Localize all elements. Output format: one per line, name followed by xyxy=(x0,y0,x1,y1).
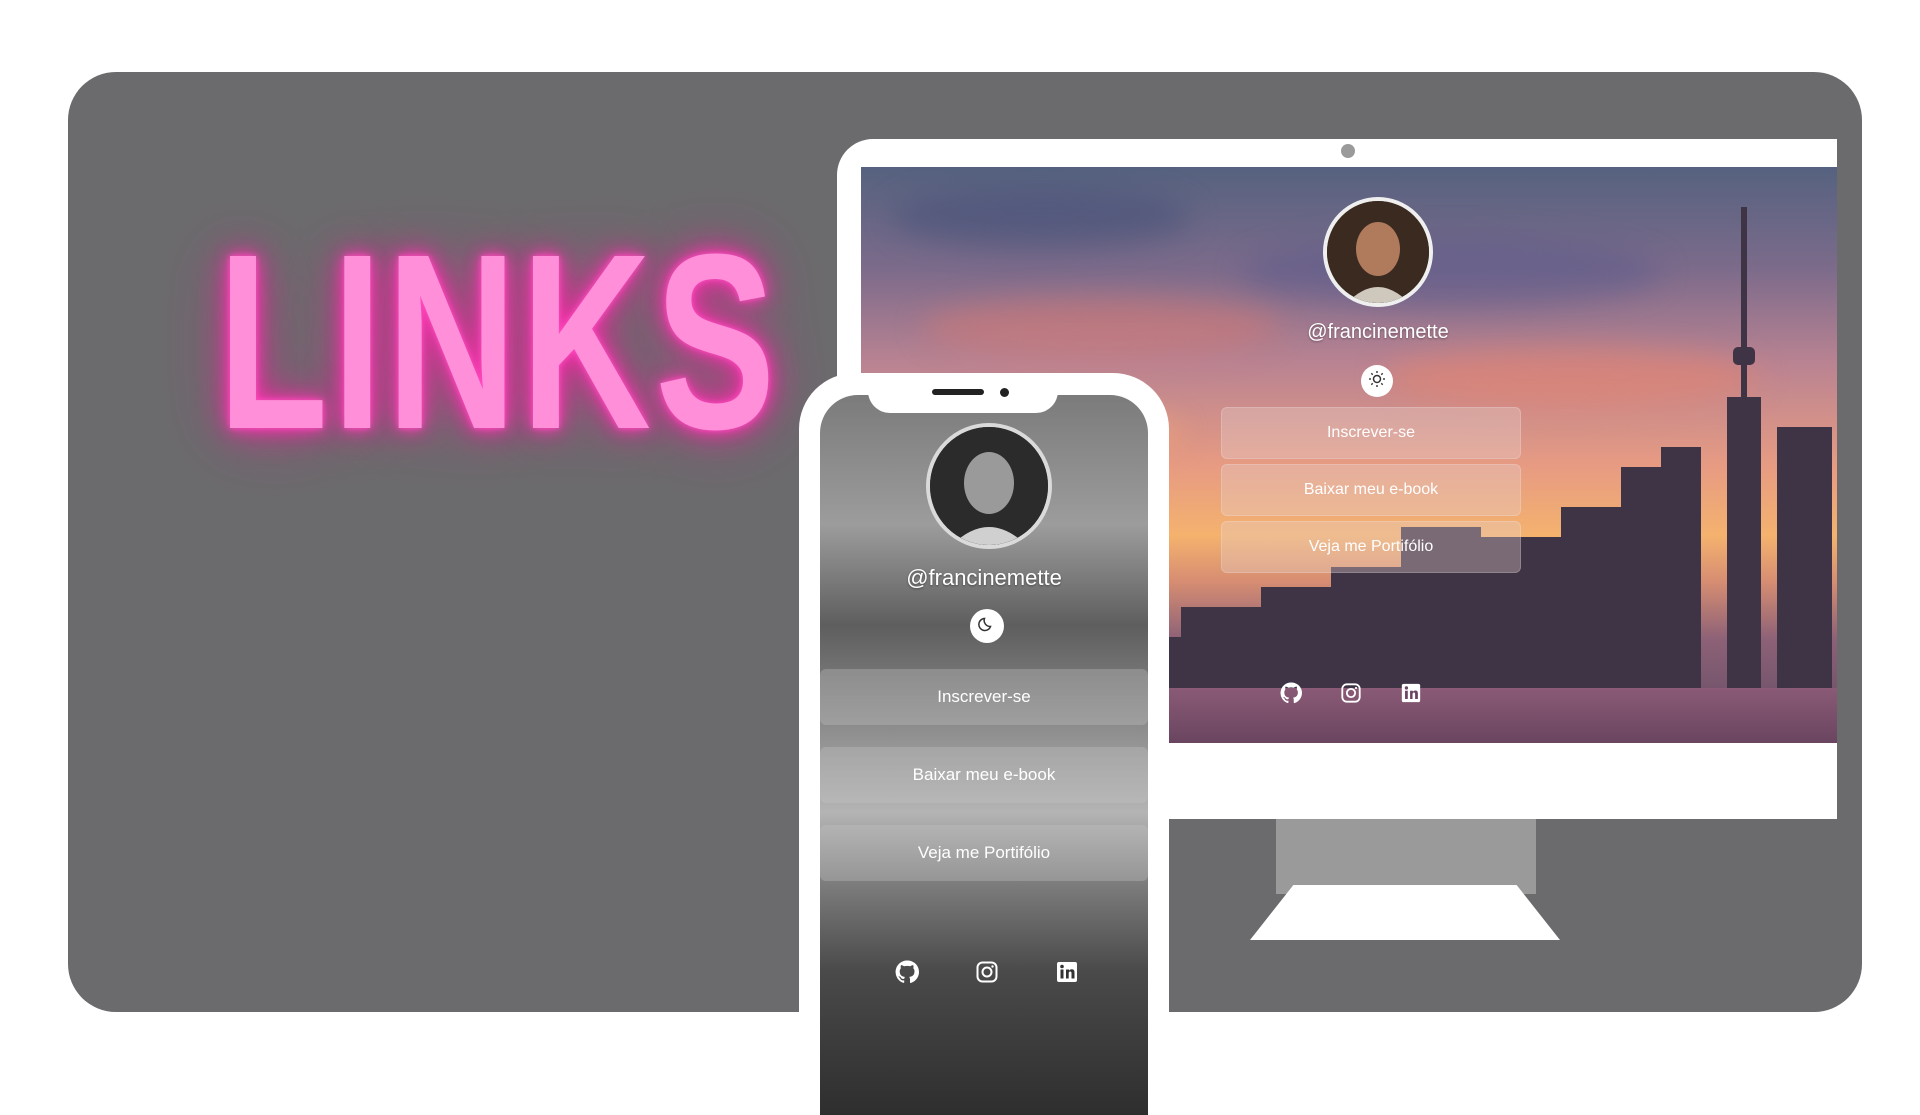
webcam-dot xyxy=(1341,144,1355,158)
mobile-linkedin-icon[interactable] xyxy=(1052,957,1082,987)
instagram-icon[interactable] xyxy=(1337,679,1365,707)
profile-avatar xyxy=(1323,197,1433,307)
mobile-profile-handle: @francinemette xyxy=(906,565,1062,590)
mobile-theme-toggle-button[interactable] xyxy=(970,609,1004,643)
github-icon[interactable] xyxy=(1277,679,1305,707)
hero-title: LINKS xyxy=(218,202,780,481)
mobile-subscribe-button[interactable]: Inscrever-se xyxy=(820,669,1148,725)
portfolio-button[interactable]: Veja me Portifólio xyxy=(1221,521,1521,573)
mobile-screen: @francinemette Inscrever-se Baixar meu e… xyxy=(820,395,1148,1115)
linkedin-icon[interactable] xyxy=(1397,679,1425,707)
phone-notch xyxy=(868,373,1058,413)
monitor-base xyxy=(1250,885,1560,940)
download-ebook-button[interactable]: Baixar meu e-book xyxy=(1221,464,1521,516)
mobile-github-icon[interactable] xyxy=(892,957,922,987)
mobile-download-ebook-button[interactable]: Baixar meu e-book xyxy=(820,747,1148,803)
phone-speaker xyxy=(932,389,984,395)
mobile-instagram-icon[interactable] xyxy=(972,957,1002,987)
monitor-stand xyxy=(1276,819,1536,894)
mobile-portfolio-button[interactable]: Veja me Portifólio xyxy=(820,825,1148,881)
theme-toggle-button[interactable] xyxy=(1361,365,1393,397)
profile-handle: @francinemette xyxy=(1307,321,1449,343)
sun-icon xyxy=(1368,370,1386,392)
mobile-phone: @francinemette Inscrever-se Baixar meu e… xyxy=(799,373,1169,1115)
moon-icon xyxy=(978,615,996,637)
subscribe-button[interactable]: Inscrever-se xyxy=(1221,407,1521,459)
phone-camera xyxy=(1000,388,1009,397)
mobile-profile-avatar xyxy=(926,423,1052,549)
